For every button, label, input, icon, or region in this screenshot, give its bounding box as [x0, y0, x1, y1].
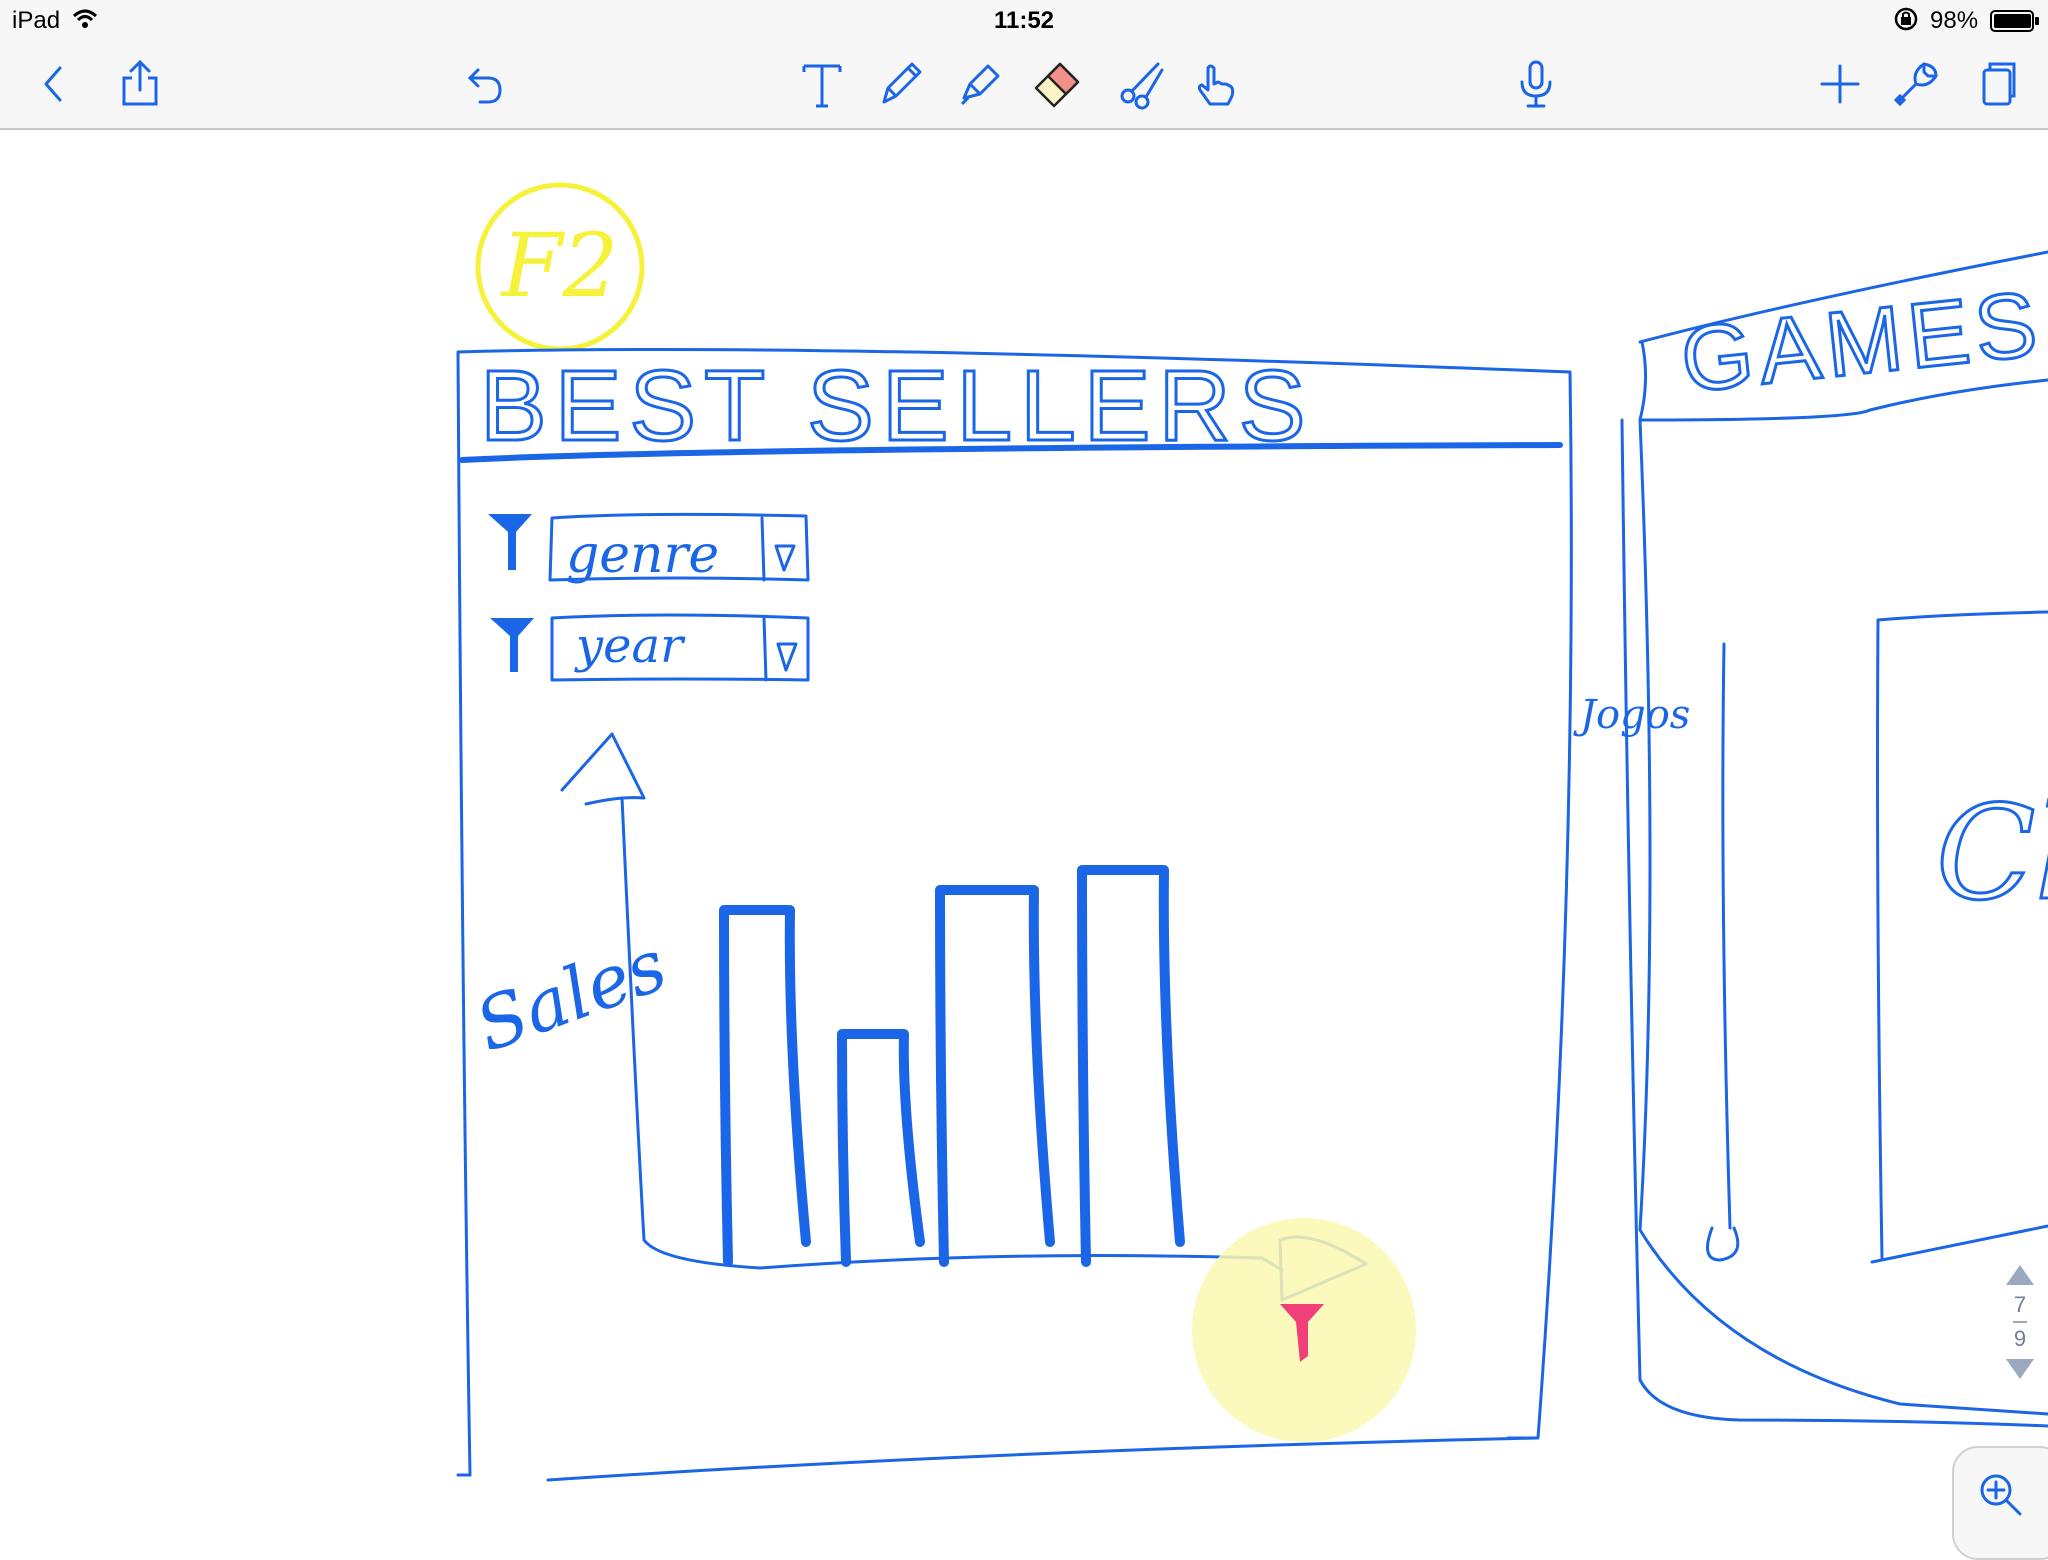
filter-genre-label: genre	[566, 525, 719, 585]
add-icon[interactable]	[1810, 54, 1870, 114]
chart-bar	[935, 885, 1055, 1267]
microphone-icon[interactable]	[1506, 54, 1566, 114]
badge-text: F2	[499, 214, 618, 317]
zoom-in-icon	[1980, 1474, 2022, 1516]
scroll-arrowhead	[1706, 1226, 1740, 1262]
total-pages: 9	[2013, 1326, 2027, 1351]
inner-card-frame	[1870, 610, 2048, 1264]
page-up-icon[interactable]	[2006, 1265, 2034, 1285]
chart-bar	[1077, 865, 1185, 1267]
chart-bar	[837, 1029, 925, 1267]
scroll-line	[1721, 642, 1732, 1230]
undo-icon[interactable]	[452, 54, 512, 114]
battery-icon	[1990, 10, 2040, 39]
filter-genre[interactable]: genre	[488, 512, 810, 585]
pen-icon[interactable]	[870, 54, 930, 114]
back-icon[interactable]	[24, 54, 84, 114]
highlighter-icon[interactable]	[948, 54, 1008, 114]
chevron-down-icon	[776, 642, 798, 672]
y-axis-label: Sales	[465, 922, 677, 1068]
battery-percent: 98%	[1930, 7, 1979, 34]
orientation-lock-icon	[1893, 7, 1919, 38]
filter-year[interactable]: year	[490, 613, 810, 682]
sketch-drawing: F2 BEST SELLERS genre year Sales GAMES J…	[456, 182, 2048, 1482]
status-bar: iPad 11:52 98%	[0, 0, 2048, 40]
second-panel-side-label: Jogos	[1573, 692, 1690, 738]
scissors-icon[interactable]	[1112, 54, 1172, 114]
current-page: 7	[2013, 1292, 2027, 1317]
eraser-icon[interactable]	[1026, 54, 1086, 114]
toolbar	[0, 40, 2048, 130]
hand-pointer-icon[interactable]	[1188, 54, 1248, 114]
page-navigator: 7 9	[1998, 1265, 2042, 1405]
filter-funnel-icon	[490, 618, 534, 672]
status-time: 11:52	[993, 7, 1055, 34]
chart-bar	[719, 905, 811, 1267]
pages-icon[interactable]	[1966, 54, 2026, 114]
text-tool-icon[interactable]	[792, 54, 852, 114]
page-separator	[2013, 1321, 2027, 1323]
second-panel-title: GAMES	[1676, 273, 2047, 412]
share-icon[interactable]	[110, 54, 170, 114]
filter-year-label: year	[574, 618, 686, 674]
y-axis-arrowhead	[560, 732, 646, 806]
chevron-down-icon	[774, 544, 796, 572]
page-down-icon[interactable]	[2006, 1359, 2034, 1379]
filter-funnel-icon	[488, 514, 532, 570]
notebook-canvas[interactable]: F2 BEST SELLERS genre year Sales GAMES J…	[0, 130, 2048, 1536]
zoom-button[interactable]	[1952, 1446, 2048, 1560]
wrench-icon[interactable]	[1886, 54, 1946, 114]
inner-card-text: Cl	[1936, 777, 2048, 929]
bar-chart	[719, 865, 1185, 1267]
